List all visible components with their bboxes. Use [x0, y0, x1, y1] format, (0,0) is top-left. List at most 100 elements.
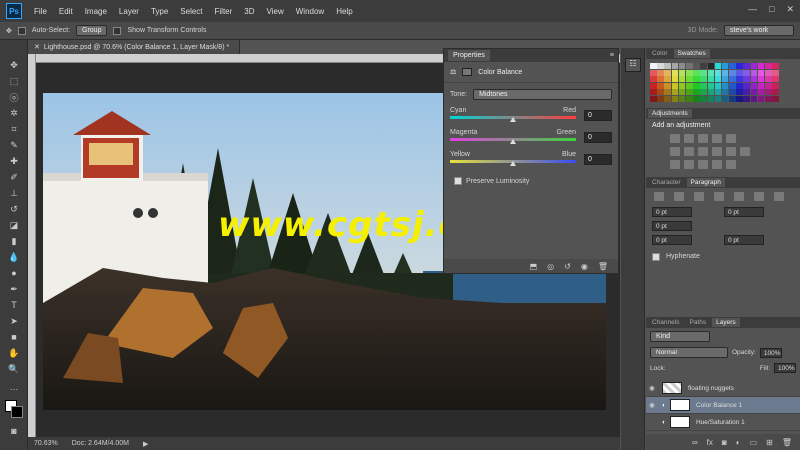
swatch[interactable] — [685, 82, 693, 89]
close-tab-icon[interactable]: ✕ — [34, 43, 40, 51]
layer-kind-dropdown[interactable]: Kind — [650, 331, 710, 342]
swatch[interactable] — [700, 95, 707, 102]
swatch[interactable] — [693, 76, 700, 83]
swatch[interactable] — [772, 76, 779, 83]
blend-mode-dropdown[interactable]: Normal — [650, 347, 728, 358]
swatch[interactable] — [664, 76, 671, 83]
swatch[interactable] — [765, 63, 772, 69]
color-balance-adj-icon[interactable] — [684, 146, 694, 156]
layer-mask-thumbnail[interactable] — [669, 399, 690, 411]
swatch[interactable] — [650, 63, 657, 69]
swatch[interactable] — [700, 82, 707, 89]
swatch[interactable] — [685, 63, 693, 69]
swatch[interactable] — [650, 82, 657, 89]
new-layer-icon[interactable]: ⊞ — [766, 438, 773, 447]
menu-layer[interactable]: Layer — [113, 7, 145, 16]
swatch[interactable] — [729, 76, 736, 83]
justify-last-left-icon[interactable] — [714, 191, 724, 201]
swatch[interactable] — [729, 89, 736, 96]
trash-icon[interactable]: 🗑 — [782, 438, 792, 447]
workspace-dropdown[interactable]: steve's work — [724, 25, 794, 36]
swatch[interactable] — [729, 63, 736, 69]
swatch[interactable] — [657, 82, 664, 89]
swatch[interactable] — [729, 82, 736, 89]
close-icon[interactable]: ✕ — [786, 4, 794, 15]
path-selection-tool-icon[interactable]: ➤ — [5, 314, 23, 328]
swatch[interactable] — [750, 76, 758, 83]
swatch[interactable] — [685, 89, 693, 96]
swatch[interactable] — [750, 89, 758, 96]
swatch[interactable] — [693, 63, 700, 69]
menu-window[interactable]: Window — [290, 7, 330, 16]
swatch[interactable] — [671, 76, 679, 83]
background-color-swatch[interactable] — [11, 406, 23, 418]
selective-color-icon[interactable] — [712, 159, 722, 169]
swatch[interactable] — [700, 63, 707, 69]
hue-saturation-icon[interactable] — [670, 146, 680, 156]
cyan-red-value[interactable]: 0 — [584, 110, 612, 121]
swatch[interactable] — [664, 69, 671, 76]
yellow-blue-value[interactable]: 0 — [584, 154, 612, 165]
history-brush-tool-icon[interactable]: ↺ — [5, 202, 23, 216]
menu-type[interactable]: Type — [145, 7, 174, 16]
justify-all-icon[interactable] — [774, 191, 784, 201]
swatch[interactable] — [664, 89, 671, 96]
swatch[interactable] — [678, 82, 686, 89]
crop-tool-icon[interactable]: ⌗ — [5, 122, 23, 136]
curves-icon[interactable] — [698, 133, 708, 143]
eye-icon[interactable]: ◉ — [646, 384, 658, 392]
shape-tool-icon[interactable]: ■ — [5, 330, 23, 344]
levels-icon[interactable] — [684, 133, 694, 143]
swatch[interactable] — [650, 69, 657, 76]
swatch[interactable] — [714, 82, 722, 89]
menu-filter[interactable]: Filter — [209, 7, 239, 16]
layer-name[interactable]: floating nuggets — [688, 385, 734, 392]
cyan-red-thumb[interactable] — [510, 117, 516, 122]
tone-dropdown[interactable]: Midtones — [473, 89, 612, 100]
swatch[interactable] — [650, 76, 657, 83]
justify-last-right-icon[interactable] — [754, 191, 764, 201]
swatch[interactable] — [693, 89, 700, 96]
swatch[interactable] — [671, 69, 679, 76]
dodge-tool-icon[interactable]: ● — [5, 266, 23, 280]
opacity-field[interactable]: 100% — [759, 347, 782, 358]
indent-right-field[interactable]: 0 pt — [724, 206, 764, 217]
swatch[interactable] — [721, 63, 729, 69]
swatch[interactable] — [707, 69, 715, 76]
swatch[interactable] — [743, 63, 751, 69]
menu-file[interactable]: File — [28, 7, 53, 16]
move-tool-icon[interactable]: ✥ — [6, 27, 12, 35]
visibility-icon[interactable]: ◉ — [581, 262, 588, 271]
swatch[interactable] — [693, 95, 700, 102]
tab-character[interactable]: Character — [648, 178, 685, 187]
space-after-field[interactable]: 0 pt — [724, 234, 764, 245]
add-mask-icon[interactable]: ◙ — [722, 438, 727, 447]
swatch[interactable] — [685, 95, 693, 102]
layer-row[interactable]: ◉ floating nuggets — [646, 380, 800, 397]
swatch[interactable] — [772, 69, 779, 76]
swatch[interactable] — [671, 95, 679, 102]
blur-tool-icon[interactable]: 💧 — [5, 250, 23, 264]
swatch[interactable] — [678, 89, 686, 96]
quick-mask-icon[interactable]: ◙ — [5, 424, 23, 438]
tab-swatches[interactable]: Swatches — [673, 49, 710, 58]
swatch[interactable] — [772, 63, 779, 69]
menu-image[interactable]: Image — [79, 7, 113, 16]
hyphenate-row[interactable]: Hyphenate — [646, 251, 800, 263]
yellow-blue-slider[interactable]: Yellow Blue 0 — [450, 151, 612, 166]
swatch[interactable] — [772, 95, 779, 102]
view-previous-icon[interactable]: ◎ — [547, 262, 554, 271]
swatch[interactable] — [772, 82, 779, 89]
swatch[interactable] — [650, 89, 657, 96]
swatch[interactable] — [721, 95, 729, 102]
tab-adjustments[interactable]: Adjustments — [648, 108, 692, 118]
layer-row[interactable]: ◐ Hue/Saturation 1 — [646, 414, 800, 431]
swatch[interactable] — [707, 95, 715, 102]
swatch[interactable] — [736, 69, 743, 76]
healing-brush-tool-icon[interactable]: ✚ — [5, 154, 23, 168]
swatch[interactable] — [707, 89, 715, 96]
menu-view[interactable]: View — [261, 7, 290, 16]
swatch[interactable] — [714, 95, 722, 102]
vibrance-icon[interactable] — [726, 133, 736, 143]
swatch[interactable] — [721, 82, 729, 89]
